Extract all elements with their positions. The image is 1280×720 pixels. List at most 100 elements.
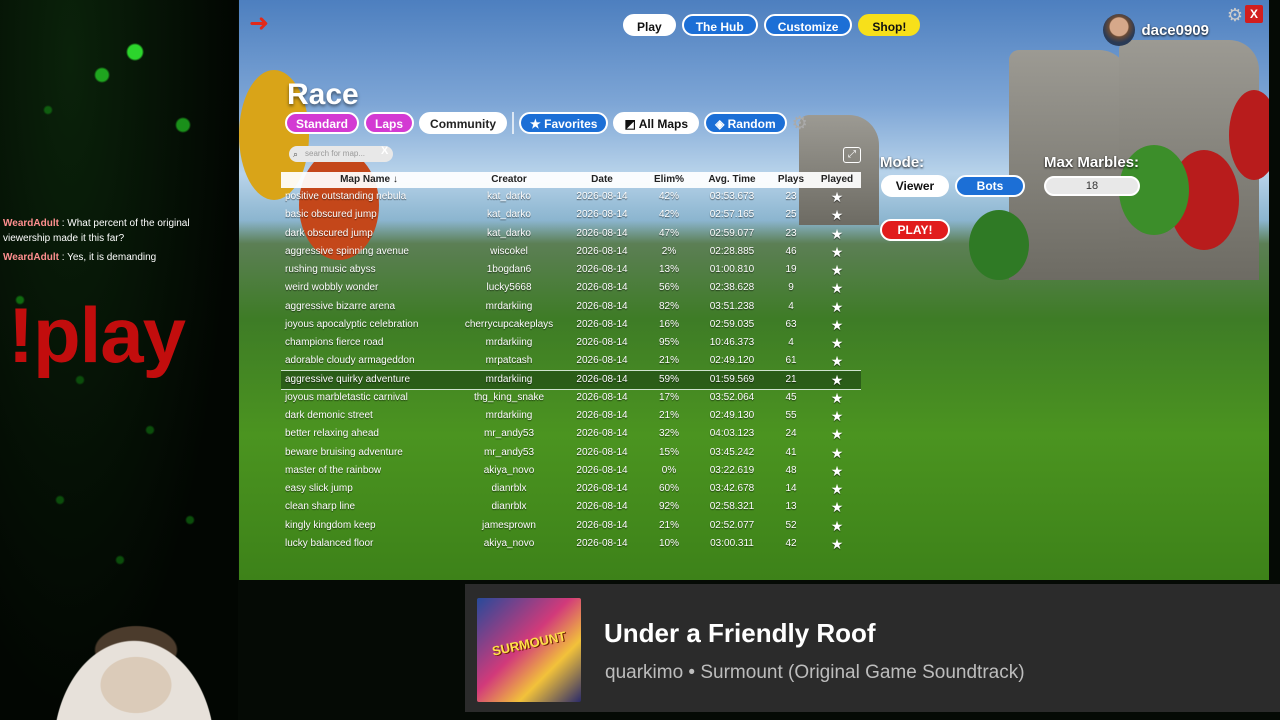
search-clear-button[interactable]: X (381, 145, 388, 157)
mode-viewer-button[interactable]: Viewer (881, 175, 949, 197)
max-marbles-input[interactable]: 18 (1044, 176, 1140, 196)
table-row[interactable]: weird wobbly wonder lucky5668 2026-08-14 56… (281, 279, 861, 297)
creator-cell: mrdarkiing (485, 410, 533, 421)
table-row[interactable]: positive outstanding nebula kat_darko 2026… (281, 188, 861, 206)
avg-time-cell: 10:46.373 (709, 337, 755, 348)
map-name-cell: aggressive bizarre arena (285, 300, 396, 312)
map-name-cell: dark obscured jump (285, 227, 373, 239)
played-star-icon[interactable]: ★ (813, 316, 861, 334)
table-row[interactable]: beware bruising adventure mr_andy53 2026-0… (281, 444, 861, 462)
played-star-icon[interactable]: ★ (813, 334, 861, 352)
played-star-icon[interactable]: ★ (813, 535, 861, 553)
table-row[interactable]: easy slick jump dianrblx 2026-08-14 60% 03:4… (281, 480, 861, 498)
search-input[interactable]: ⌕ search for map... (289, 146, 393, 162)
played-star-icon[interactable]: ★ (813, 279, 861, 297)
header-map-name[interactable]: Map Name ↓ (281, 172, 457, 188)
nav-play-button[interactable]: Play (623, 14, 676, 36)
creator-cell: mr_andy53 (483, 446, 535, 458)
elim-cell: 10% (658, 537, 679, 549)
plays-cell: 55 (785, 410, 797, 421)
back-arrow-icon[interactable]: ➜ (249, 12, 279, 36)
play-button[interactable]: PLAY! (880, 219, 950, 241)
played-star-icon[interactable]: ★ (813, 462, 861, 480)
played-star-icon[interactable]: ★ (813, 206, 861, 224)
table-row[interactable]: aggressive quirky adventure mrdarkiing 202… (281, 369, 861, 390)
played-star-icon[interactable]: ★ (813, 188, 861, 206)
elim-cell: 2% (661, 245, 677, 257)
header-creator[interactable]: Creator (457, 172, 561, 188)
table-row[interactable]: clean sharp line dianrblx 2026-08-14 92% 02:… (281, 498, 861, 516)
max-marbles-label: Max Marbles: (1044, 154, 1140, 171)
avatar[interactable] (1103, 14, 1136, 46)
played-star-icon[interactable]: ★ (813, 352, 861, 370)
table-row[interactable]: adorable cloudy armageddon mrpatcash 2026-… (281, 352, 861, 370)
avg-time-cell: 02:58.321 (709, 501, 755, 513)
filter-standard-button[interactable]: Standard (285, 112, 360, 134)
date-cell: 2026-08-14 (576, 519, 628, 531)
filter-favorites-label: Favorites (544, 117, 598, 131)
map-name-cell: beware bruising adventure (285, 446, 403, 458)
nav-customize-button[interactable]: Customize (763, 14, 853, 36)
table-row[interactable]: lucky balanced floor akiya_novo 2026-08-14… (281, 535, 861, 553)
nav-shop-button[interactable]: Shop! (858, 14, 921, 36)
elim-cell: 13% (658, 264, 679, 275)
map-name-cell: easy slick jump (285, 483, 353, 494)
plays-cell: 23 (785, 227, 797, 239)
filter-laps-button[interactable]: Laps (364, 112, 415, 134)
table-row[interactable]: rushing music abyss 1bogdan6 2026-08-14 13%… (281, 261, 861, 279)
mode-bots-button[interactable]: Bots (955, 175, 1025, 197)
date-cell: 2026-08-14 (576, 410, 628, 421)
creator-cell: akiya_novo (483, 464, 535, 476)
chat-message: WeardAdult : What percent of the origina… (3, 216, 235, 246)
played-star-icon[interactable]: ★ (813, 243, 861, 261)
table-row[interactable]: dark demonic street mrdarkiing 2026-08-14 2… (281, 407, 861, 425)
header-date[interactable]: Date (561, 172, 643, 188)
played-star-icon[interactable]: ★ (813, 498, 861, 516)
user-profile[interactable]: dace0909 (1103, 14, 1209, 46)
plays-cell: 48 (785, 464, 797, 476)
map-name-cell: joyous marbletastic carnival (285, 391, 408, 403)
creator-cell: kat_darko (487, 227, 531, 239)
played-star-icon[interactable]: ★ (813, 225, 861, 243)
filter-settings-gear-icon[interactable]: ⚙ (792, 113, 808, 134)
creator-cell: thg_king_snake (473, 391, 545, 403)
table-row[interactable]: aggressive spinning avenue wiscokel 2026-0… (281, 243, 861, 261)
table-row[interactable]: aggressive bizarre arena mrdarkiing 2026-0… (281, 298, 861, 316)
filter-favorites-button[interactable]: ★ Favorites (519, 112, 609, 134)
chat-box: WeardAdult : What percent of the origina… (3, 216, 235, 269)
played-star-icon[interactable]: ★ (813, 517, 861, 535)
table-row[interactable]: dark obscured jump kat_darko 2026-08-14 47%… (281, 225, 861, 243)
plays-cell: 4 (788, 300, 794, 312)
header-avg-time[interactable]: Avg. Time (695, 172, 769, 188)
filter-random-button[interactable]: ◈ Random (704, 112, 787, 134)
nav-hub-button[interactable]: The Hub (681, 14, 758, 36)
table-row[interactable]: master of the rainbow akiya_novo 2026-08-1… (281, 462, 861, 480)
played-star-icon[interactable]: ★ (813, 480, 861, 498)
played-star-icon[interactable]: ★ (813, 389, 861, 407)
played-star-icon[interactable]: ★ (813, 371, 861, 389)
game-window: ➜ Play The Hub Customize Shop! dace0909 … (239, 0, 1269, 580)
filter-all-maps-button[interactable]: ◩ All Maps (613, 112, 700, 134)
avg-time-cell: 03:53.673 (709, 191, 755, 202)
settings-gear-icon[interactable]: ⚙ (1227, 5, 1243, 26)
played-star-icon[interactable]: ★ (813, 444, 861, 462)
header-elim[interactable]: Elim% (643, 172, 695, 188)
date-cell: 2026-08-14 (576, 245, 628, 257)
table-row[interactable]: joyous marbletastic carnival thg_king_sna… (281, 389, 861, 407)
mode-label: Mode: (880, 154, 925, 171)
played-star-icon[interactable]: ★ (813, 298, 861, 316)
creator-cell: dianrblx (491, 483, 527, 494)
played-star-icon[interactable]: ★ (813, 425, 861, 443)
played-star-icon[interactable]: ★ (813, 407, 861, 425)
table-row[interactable]: kingly kingdom keep jamesprown 2026-08-14 2… (281, 517, 861, 535)
header-plays[interactable]: Plays (769, 172, 813, 188)
table-row[interactable]: basic obscured jump kat_darko 2026-08-14 42… (281, 206, 861, 224)
table-row[interactable]: champions fierce road mrdarkiing 2026-08-1… (281, 334, 861, 352)
played-star-icon[interactable]: ★ (813, 261, 861, 279)
table-row[interactable]: better relaxing ahead mr_andy53 2026-08-14… (281, 425, 861, 443)
filter-community-button[interactable]: Community (419, 112, 508, 134)
expand-icon[interactable]: ⤢ (843, 147, 861, 163)
header-played[interactable]: Played (813, 172, 861, 188)
close-button[interactable]: X (1245, 5, 1263, 23)
table-row[interactable]: joyous apocalyptic celebration cherrycupc… (281, 316, 861, 334)
